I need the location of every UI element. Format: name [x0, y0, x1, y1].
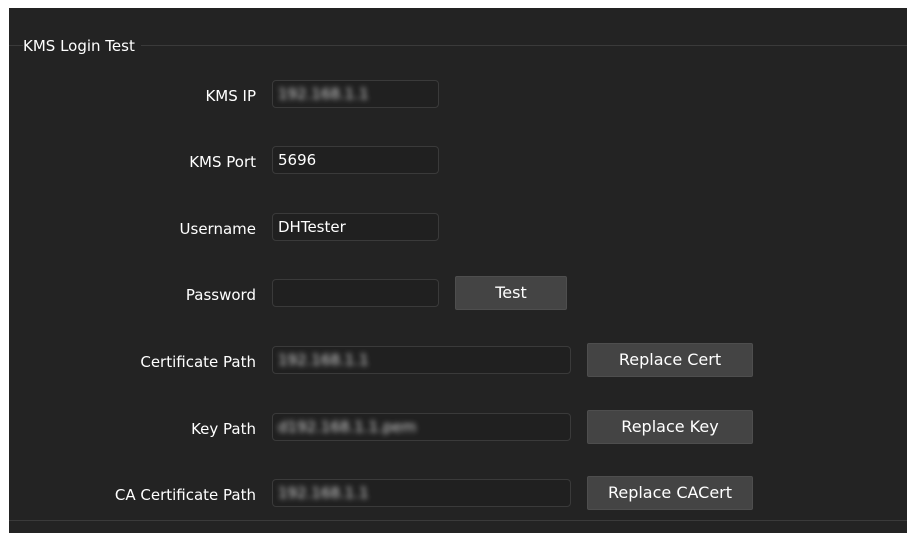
kms-port-input[interactable]: [272, 146, 439, 174]
replace-key-button[interactable]: Replace Key: [587, 410, 753, 444]
ca-certificate-path-field[interactable]: 192.168.1.1: [272, 479, 571, 507]
certificate-path-value: 192.168.1.1: [278, 351, 369, 369]
username-label: Username: [179, 220, 256, 238]
kms-port-label: KMS Port: [189, 153, 256, 171]
password-input[interactable]: [272, 279, 439, 307]
key-path-label: Key Path: [191, 420, 256, 438]
certificate-path-field[interactable]: 192.168.1.1: [272, 346, 571, 374]
ca-certificate-path-value: 192.168.1.1: [278, 484, 369, 502]
kms-ip-field[interactable]: 192.168.1.1: [272, 80, 439, 108]
replace-cert-button[interactable]: Replace Cert: [587, 343, 753, 377]
key-path-field[interactable]: d192.168.1.1.pem: [272, 413, 571, 441]
key-path-value: d192.168.1.1.pem: [278, 418, 417, 436]
kms-ip-value: 192.168.1.1: [278, 85, 369, 103]
password-label: Password: [185, 286, 256, 304]
kms-login-test-panel: KMS Login Test KMS IP 192.168.1.1 KMS Po…: [9, 8, 907, 533]
kms-ip-label: KMS IP: [205, 87, 256, 105]
replace-cacert-button[interactable]: Replace CACert: [587, 476, 753, 510]
ca-certificate-path-label: CA Certificate Path: [114, 486, 256, 504]
username-input[interactable]: [272, 213, 439, 241]
group-bottom-border: [9, 520, 907, 521]
group-title: KMS Login Test: [23, 37, 141, 55]
certificate-path-label: Certificate Path: [140, 353, 256, 371]
group-top-border: [9, 45, 907, 46]
test-button[interactable]: Test: [455, 276, 567, 310]
